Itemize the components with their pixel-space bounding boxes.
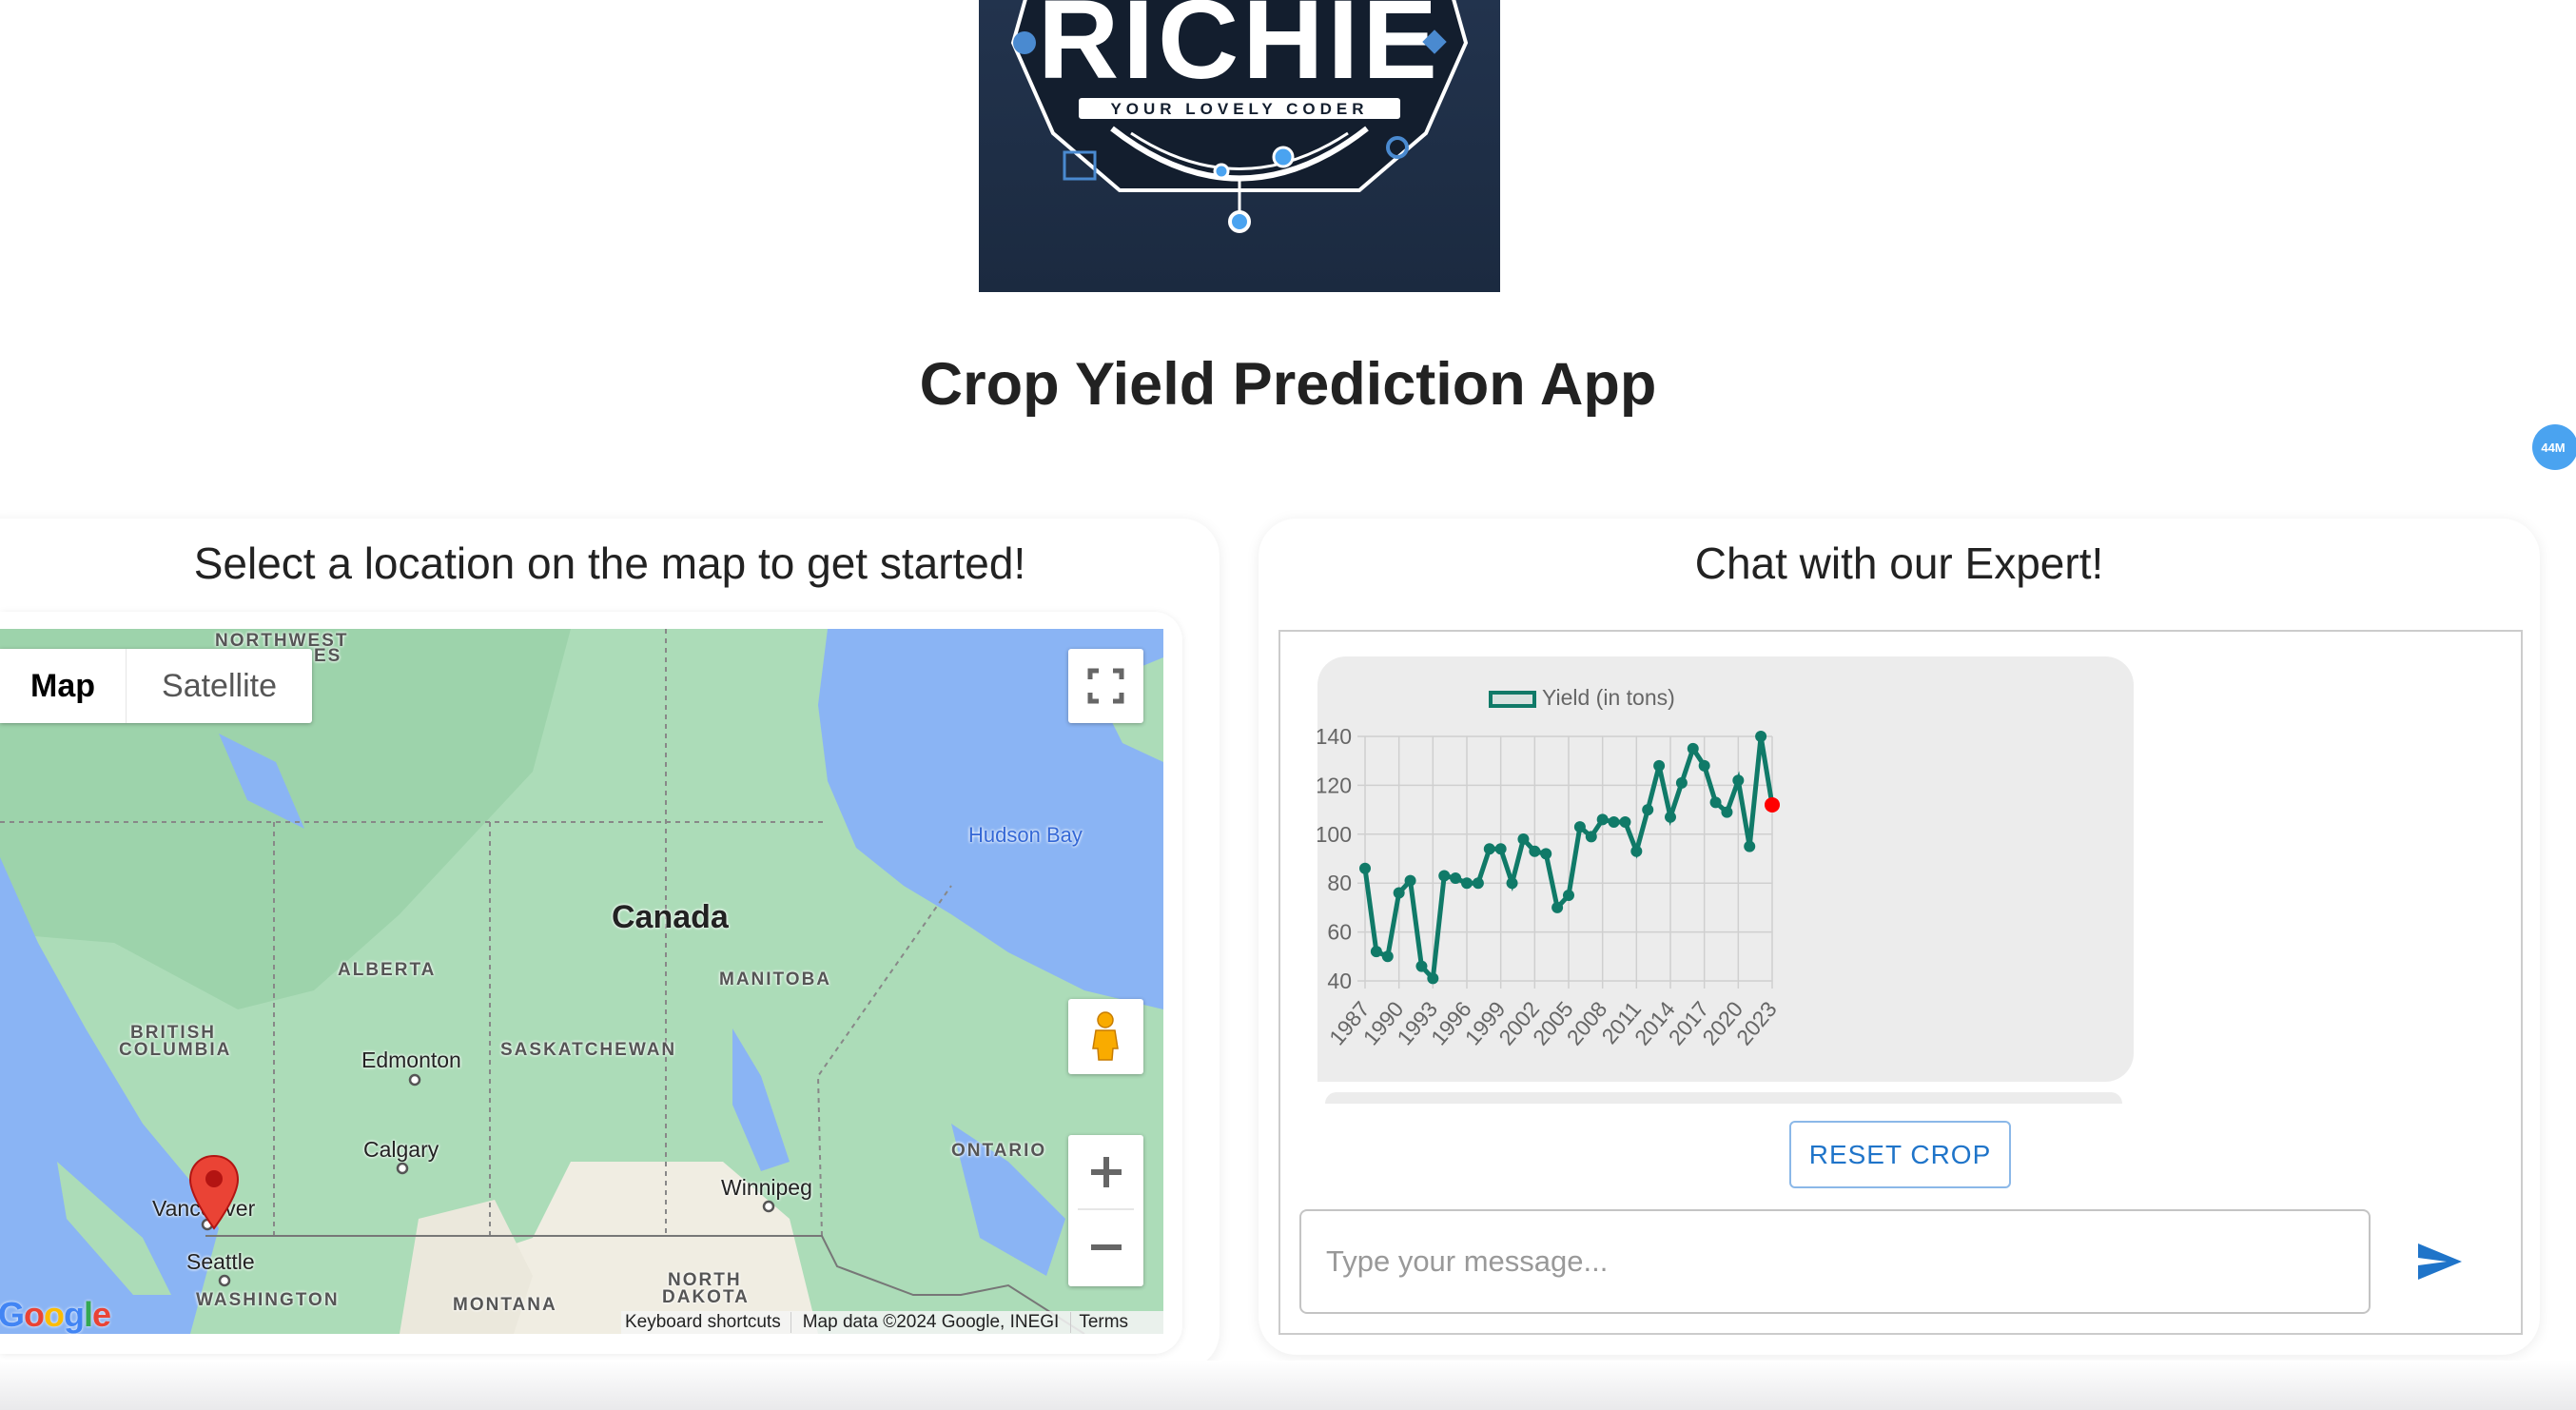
minus-icon: [1090, 1244, 1122, 1250]
data-point: [1517, 832, 1530, 845]
data-point: [1359, 862, 1371, 874]
data-point: [1551, 901, 1564, 913]
data-point: [1370, 946, 1382, 958]
zoom-control: [1068, 1135, 1143, 1286]
chart-message-bubble: Yield (in tons) 40 60 80 100 120 140 1987 1990 19…: [1316, 656, 2134, 1082]
data-point: [1721, 806, 1733, 818]
legend-swatch: [1489, 691, 1536, 708]
page-footer-shadow: [0, 1361, 2576, 1410]
data-point: [1415, 960, 1428, 972]
y-tick-label: 60: [1327, 920, 1352, 945]
data-point: [1494, 843, 1507, 855]
plus-icon: [1090, 1156, 1122, 1187]
data-point: [1529, 845, 1541, 857]
svg-text:RICHIE: RICHIE: [1038, 0, 1441, 103]
zoom-in-button[interactable]: [1078, 1135, 1134, 1210]
street-view-pegman-button[interactable]: [1068, 999, 1143, 1074]
data-point: [1483, 843, 1495, 855]
data-point: [1596, 813, 1609, 826]
y-tick-label: 120: [1317, 773, 1352, 797]
map-attribution: Keyboard shortcuts Map data ©2024 Google…: [621, 1311, 1163, 1334]
map-data-text: Map data ©2024 Google, INEGI: [790, 1312, 1071, 1333]
city-dots: [201, 1073, 775, 1287]
data-point: [1642, 804, 1654, 816]
map-type-control: Map Satellite: [0, 649, 312, 723]
y-tick-label: 80: [1327, 871, 1352, 895]
data-point: [1665, 811, 1676, 823]
keyboard-shortcuts-link[interactable]: Keyboard shortcuts: [621, 1312, 790, 1333]
data-point: [1698, 759, 1710, 772]
yield-chart: Yield (in tons)4060801001201401987199019…: [1316, 685, 1782, 1050]
data-point: [1619, 815, 1631, 828]
y-tick-label: 40: [1327, 969, 1352, 993]
data-point: [1755, 731, 1767, 742]
data-point: [1393, 887, 1405, 899]
data-point: [1709, 796, 1722, 809]
map-panel-heading: Select a location on the map to get star…: [193, 539, 1026, 588]
data-point: [1585, 831, 1597, 843]
data-point: [1608, 815, 1620, 828]
send-icon[interactable]: [2416, 1242, 2464, 1282]
y-tick-label: 100: [1317, 822, 1352, 847]
google-map[interactable]: NORTHWEST ES Hudson Bay Canada ALBERTA M…: [0, 629, 1163, 1334]
chat-panel-heading: Chat with our Expert!: [1694, 539, 2104, 588]
message-bubble-partial: [1325, 1092, 2122, 1104]
data-point: [1744, 840, 1756, 852]
terms-link[interactable]: Terms: [1070, 1312, 1136, 1333]
x-tick-label: 2023: [1731, 997, 1782, 1050]
page-title: Crop Yield Prediction App: [919, 351, 1657, 418]
data-point: [1563, 890, 1574, 902]
map-type-map-button[interactable]: Map: [0, 649, 127, 723]
fullscreen-icon: [1087, 668, 1124, 704]
data-point: [1381, 950, 1394, 963]
data-point: [1675, 776, 1688, 789]
data-point: [1461, 877, 1473, 890]
pegman-icon: [1092, 1011, 1119, 1061]
data-point: [1630, 845, 1643, 857]
google-logo[interactable]: Google: [0, 1295, 111, 1334]
data-point: [1540, 848, 1552, 860]
floating-badge[interactable]: 44M: [2532, 424, 2576, 470]
data-point: [1687, 742, 1699, 754]
highlighted-data-point: [1765, 796, 1780, 813]
data-point: [1732, 774, 1745, 787]
message-input[interactable]: [1299, 1209, 2371, 1314]
map-type-satellite-button[interactable]: Satellite: [127, 649, 312, 723]
data-point: [1472, 877, 1484, 890]
data-point: [1573, 821, 1586, 833]
app-logo: RICHIE YOUR LOVELY CODER: [979, 0, 1500, 292]
svg-text:YOUR LOVELY CODER: YOUR LOVELY CODER: [1110, 100, 1368, 118]
data-point: [1427, 972, 1439, 985]
zoom-out-button[interactable]: [1068, 1210, 1143, 1284]
data-point: [1438, 870, 1451, 882]
y-tick-label: 140: [1317, 724, 1352, 749]
fullscreen-button[interactable]: [1068, 649, 1143, 723]
location-marker-icon[interactable]: [188, 1154, 240, 1230]
data-point: [1653, 759, 1666, 772]
legend-label: Yield (in tons): [1542, 685, 1675, 710]
reset-crop-button[interactable]: RESET CROP: [1789, 1121, 2011, 1188]
data-point: [1506, 877, 1518, 890]
data-point: [1450, 872, 1462, 885]
data-point: [1404, 874, 1416, 887]
